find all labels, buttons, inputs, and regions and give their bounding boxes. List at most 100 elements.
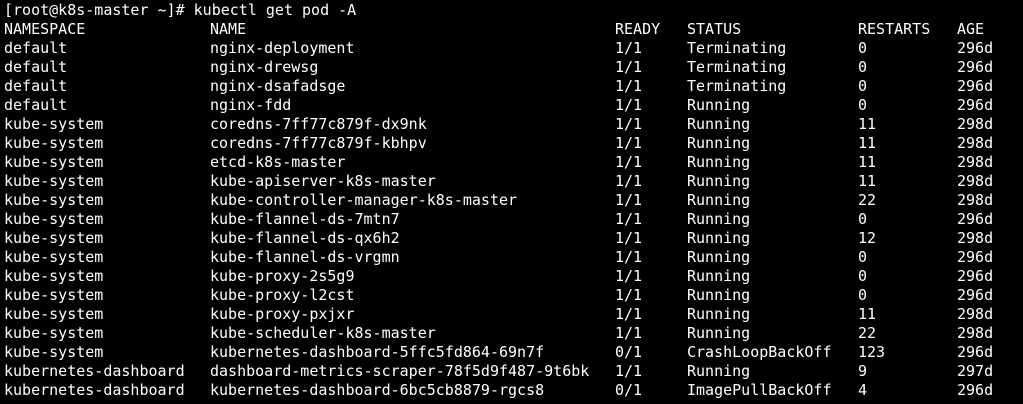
cell-ready: 1/1 (615, 248, 643, 266)
cell-restarts: 0 (858, 267, 868, 285)
cell-namespace: kube-system (4, 172, 104, 190)
cell-age: 296d (957, 96, 994, 114)
table-row: default nginx-dsafadsge 1/1 Terminating 0 296… (0, 77, 1023, 96)
cell-namespace: kube-system (4, 248, 104, 266)
cell-restarts: 0 (858, 39, 868, 57)
command-text: kubectl get pod -A (193, 1, 357, 19)
header-status: STATUS (687, 20, 742, 38)
cell-ready: 1/1 (615, 210, 643, 228)
cell-ready: 0/1 (615, 381, 643, 399)
cell-restarts: 0 (858, 96, 868, 114)
table-row: kube-system kube-proxy-pxjxr 1/1 Running 11 2… (0, 305, 1023, 324)
cell-age: 296d (957, 39, 994, 57)
command-line: [root@k8s-master ~]# kubectl get pod -A (0, 1, 1023, 20)
cell-pod-name: kube-flannel-ds-qx6h2 (210, 229, 400, 247)
cell-age: 298d (957, 115, 994, 133)
cell-status: Running (687, 305, 751, 323)
cell-ready: 1/1 (615, 362, 643, 380)
cell-pod-name: nginx-fdd (210, 96, 292, 114)
table-row: kube-system kube-flannel-ds-qx6h2 1/1 Runni… (0, 229, 1023, 248)
cell-restarts: 0 (858, 77, 868, 95)
cell-restarts: 22 (858, 324, 877, 342)
cell-status: Running (687, 134, 751, 152)
cell-restarts: 22 (858, 191, 877, 209)
cell-restarts: 0 (858, 248, 868, 266)
cell-restarts: 11 (858, 153, 877, 171)
table-row: kubernetes-dashboard dashboard-metrics-sc… (0, 362, 1023, 381)
cell-age: 298d (957, 229, 994, 247)
cell-restarts: 9 (858, 362, 868, 380)
cell-age: 298d (957, 324, 994, 342)
cell-pod-name: nginx-drewsg (210, 58, 319, 76)
table-row: default nginx-drewsg 1/1 Terminating 0 296d (0, 58, 1023, 77)
cell-ready: 1/1 (615, 286, 643, 304)
cell-restarts: 123 (858, 343, 886, 361)
cell-pod-name: coredns-7ff77c879f-kbhpv (210, 134, 427, 152)
cell-ready: 1/1 (615, 191, 643, 209)
cell-age: 298d (957, 134, 994, 152)
table-row: kube-system kube-apiserver-k8s-master 1/1 R… (0, 172, 1023, 191)
table-row: kube-system kube-proxy-2s5g9 1/1 Running 0 29… (0, 267, 1023, 286)
table-row: kube-system kube-flannel-ds-vrgmn 1/1 Runni… (0, 248, 1023, 267)
table-row: default nginx-deployment 1/1 Terminating 0 29… (0, 39, 1023, 58)
cell-restarts: 12 (858, 229, 877, 247)
cell-restarts: 0 (858, 286, 868, 304)
cell-pod-name: nginx-deployment (210, 39, 355, 57)
cell-status: Running (687, 267, 751, 285)
cell-restarts: 11 (858, 172, 877, 190)
cell-pod-name: kube-proxy-l2cst (210, 286, 355, 304)
header-restarts: RESTARTS (858, 20, 931, 38)
cell-pod-name: kube-apiserver-k8s-master (210, 172, 436, 190)
cell-status: Running (687, 191, 751, 209)
cell-namespace: kube-system (4, 229, 104, 247)
cell-age: 298d (957, 153, 994, 171)
cell-status: Running (687, 229, 751, 247)
cell-status: Running (687, 210, 751, 228)
cell-pod-name: etcd-k8s-master (210, 153, 346, 171)
cell-status: Terminating (687, 77, 787, 95)
terminal-window[interactable]: [root@k8s-master ~]# kubectl get pod -A … (0, 0, 1023, 404)
cell-status: Running (687, 362, 751, 380)
cell-pod-name: kubernetes-dashboard-5ffc5fd864-69n7f (210, 343, 545, 361)
cell-namespace: default (4, 96, 68, 114)
cell-age: 298d (957, 172, 994, 190)
shell-prompt: [root@k8s-master ~]# (4, 1, 185, 19)
header-ready: READY (615, 20, 661, 38)
cell-restarts: 11 (858, 305, 877, 323)
cell-namespace: kube-system (4, 267, 104, 285)
cell-namespace: default (4, 77, 68, 95)
cell-pod-name: dashboard-metrics-scraper-78f5d9f487-9t6… (210, 362, 590, 380)
cell-age: 296d (957, 210, 994, 228)
cell-age: 296d (957, 286, 994, 304)
cell-pod-name: kube-proxy-2s5g9 (210, 267, 355, 285)
cell-status: Running (687, 172, 751, 190)
table-header-row: NAMESPACE NAME READY STATUS RESTARTS AGE (0, 20, 1023, 39)
table-row: kube-system kube-flannel-ds-7mtn7 1/1 Runni… (0, 210, 1023, 229)
cell-pod-name: kube-scheduler-k8s-master (210, 324, 436, 342)
table-row: default nginx-fdd 1/1 Running 0 296d (0, 96, 1023, 115)
cell-age: 296d (957, 267, 994, 285)
cell-status: Running (687, 115, 751, 133)
cell-ready: 1/1 (615, 229, 643, 247)
cell-age: 296d (957, 381, 994, 399)
cell-namespace: kube-system (4, 286, 104, 304)
cell-pod-name: kube-proxy-pxjxr (210, 305, 355, 323)
cell-status: ImagePullBackOff (687, 381, 832, 399)
cell-age: 296d (957, 248, 994, 266)
cell-status: Running (687, 324, 751, 342)
cell-restarts: 0 (858, 58, 868, 76)
cell-namespace: kube-system (4, 115, 104, 133)
cell-namespace: kube-system (4, 134, 104, 152)
cell-ready: 1/1 (615, 39, 643, 57)
cell-status: Running (687, 248, 751, 266)
cell-age: 296d (957, 77, 994, 95)
header-namespace: NAMESPACE (4, 20, 86, 38)
header-age: AGE (957, 20, 985, 38)
cell-namespace: kube-system (4, 210, 104, 228)
cell-ready: 1/1 (615, 134, 643, 152)
cell-age: 297d (957, 362, 994, 380)
cell-ready: 1/1 (615, 115, 643, 133)
cell-namespace: kubernetes-dashboard (4, 362, 185, 380)
cell-pod-name: kube-flannel-ds-vrgmn (210, 248, 400, 266)
cell-age: 296d (957, 343, 994, 361)
